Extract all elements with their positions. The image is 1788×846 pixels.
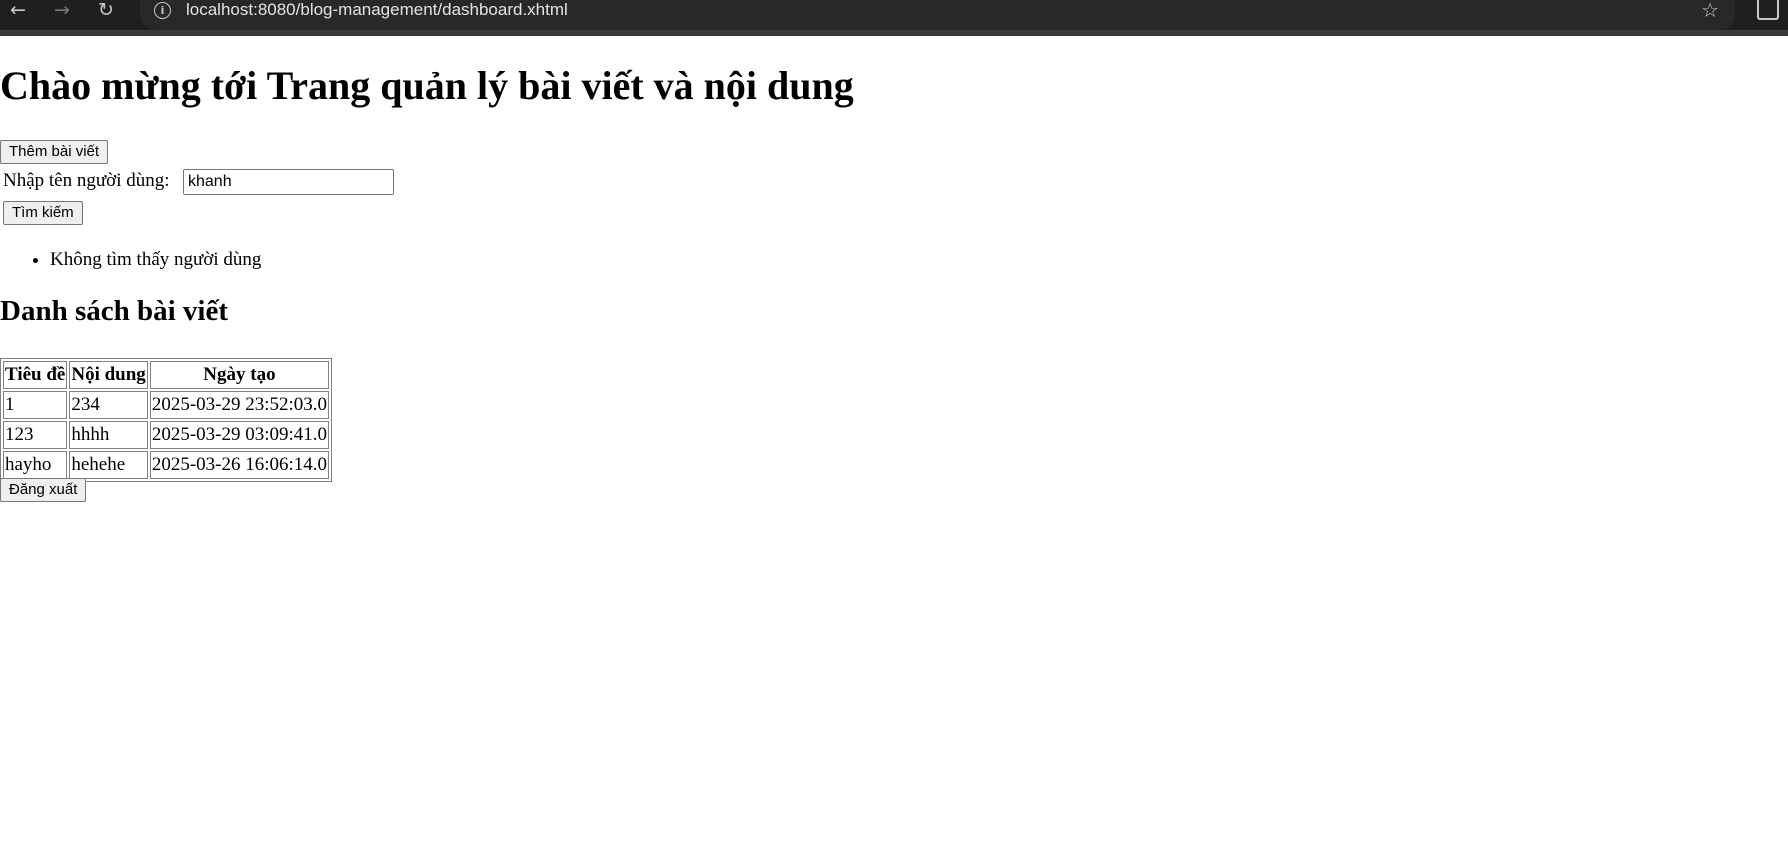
post-content-cell: 234 bbox=[69, 391, 148, 419]
browser-toolbar-inner: ← → ↻ i localhost:8080/blog-management/d… bbox=[0, 0, 1788, 30]
post-date-cell: 2025-03-29 23:52:03.0 bbox=[149, 391, 330, 419]
extensions-icon[interactable] bbox=[1757, 0, 1779, 20]
reload-icon[interactable]: ↻ bbox=[92, 0, 120, 22]
add-post-button[interactable]: Thêm bài viết bbox=[0, 140, 109, 164]
table-row: 123 hhhh 2025-03-29 03:09:41.0 bbox=[3, 421, 330, 449]
back-arrow-icon[interactable]: ← bbox=[4, 0, 32, 22]
page-title: Chào mừng tới Trang quản lý bài viết và … bbox=[0, 63, 854, 108]
search-results-list: Không tìm thấy người dùng bbox=[0, 248, 261, 272]
table-row: hayho hehehe 2025-03-26 16:06:14.0 bbox=[3, 451, 330, 479]
forward-arrow-icon[interactable]: → bbox=[48, 0, 76, 22]
table-header-row: Tiêu đề Nội dung Ngày tạo bbox=[3, 361, 330, 389]
search-result-item: Không tìm thấy người dùng bbox=[50, 248, 261, 272]
info-icon[interactable]: i bbox=[154, 2, 171, 19]
star-icon[interactable]: ☆ bbox=[1701, 0, 1719, 22]
column-header-created: Ngày tạo bbox=[149, 361, 330, 389]
post-title-cell: hayho bbox=[3, 451, 68, 479]
column-header-title: Tiêu đề bbox=[3, 361, 68, 389]
browser-toolbar: ← → ↻ i localhost:8080/blog-management/d… bbox=[0, 0, 1788, 36]
post-date-cell: 2025-03-26 16:06:14.0 bbox=[149, 451, 330, 479]
search-button[interactable]: Tìm kiếm bbox=[3, 201, 83, 225]
column-header-content: Nội dung bbox=[69, 361, 148, 389]
post-title-cell: 1 bbox=[3, 391, 68, 419]
logout-button[interactable]: Đăng xuất bbox=[0, 478, 87, 502]
posts-table: Tiêu đề Nội dung Ngày tạo 1 234 2025-03-… bbox=[0, 358, 333, 482]
post-content-cell: hhhh bbox=[69, 421, 148, 449]
search-label: Nhập tên người dùng: bbox=[3, 170, 170, 191]
posts-heading: Danh sách bài viết bbox=[0, 295, 229, 327]
table-row: 1 234 2025-03-29 23:52:03.0 bbox=[3, 391, 330, 419]
post-title-cell: 123 bbox=[3, 421, 68, 449]
address-url[interactable]: localhost:8080/blog-management/dashboard… bbox=[186, 0, 568, 20]
username-search-input[interactable] bbox=[183, 169, 394, 195]
post-date-cell: 2025-03-29 03:09:41.0 bbox=[149, 421, 330, 449]
address-bar[interactable]: i localhost:8080/blog-management/dashboa… bbox=[140, 0, 1735, 30]
post-content-cell: hehehe bbox=[69, 451, 148, 479]
